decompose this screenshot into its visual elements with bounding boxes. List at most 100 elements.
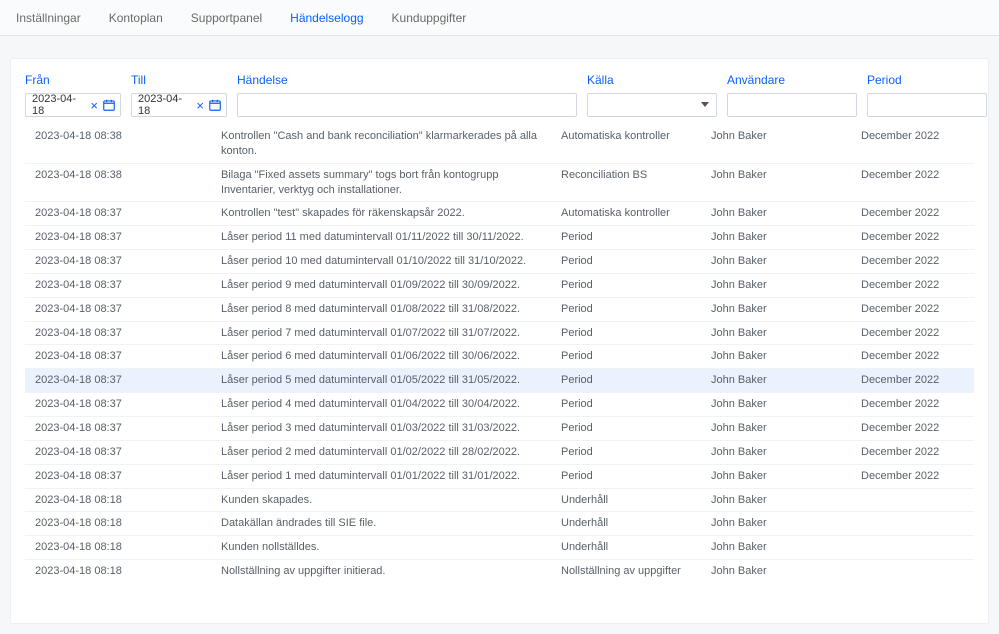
cell-user: John Baker (705, 226, 855, 250)
cell-user: John Baker (705, 321, 855, 345)
to-date-clear-icon[interactable]: × (192, 99, 208, 112)
table-row[interactable]: 2023-04-18 08:38Kontrollen "Cash and ban… (25, 125, 974, 163)
cell-source: Reconciliation BS (555, 163, 705, 202)
cell-source: Period (555, 345, 705, 369)
table-row[interactable]: 2023-04-18 08:18Kunden nollställdes.Unde… (25, 536, 974, 560)
cell-source: Period (555, 226, 705, 250)
from-date-input[interactable]: 2023-04-18 × (25, 93, 121, 117)
source-filter-select[interactable] (587, 93, 717, 117)
calendar-icon[interactable] (102, 98, 116, 112)
table-row[interactable]: 2023-04-18 08:37Låser period 10 med datu… (25, 250, 974, 274)
table-row[interactable]: 2023-04-18 08:37Låser period 6 med datum… (25, 345, 974, 369)
tab-inställningar[interactable]: Inställningar (16, 11, 81, 25)
from-date-clear-icon[interactable]: × (86, 99, 102, 112)
table-row[interactable]: 2023-04-18 08:18Datakällan ändrades till… (25, 512, 974, 536)
cell-timestamp: 2023-04-18 08:37 (25, 440, 215, 464)
cell-source: Automatiska kontroller (555, 125, 705, 163)
cell-user: John Baker (705, 393, 855, 417)
event-log-table: 2023-04-18 08:38Kontrollen "Cash and ban… (25, 125, 974, 583)
table-row[interactable]: 2023-04-18 08:18Kunden skapades.Underhål… (25, 488, 974, 512)
cell-timestamp: 2023-04-18 08:37 (25, 369, 215, 393)
filter-event-label: Händelse (237, 73, 577, 87)
tab-supportpanel[interactable]: Supportpanel (191, 11, 262, 25)
filter-period-label: Period (867, 73, 987, 87)
calendar-icon[interactable] (208, 98, 222, 112)
cell-user: John Baker (705, 512, 855, 536)
cell-timestamp: 2023-04-18 08:37 (25, 345, 215, 369)
to-date-value: 2023-04-18 (136, 93, 192, 117)
cell-period: December 2022 (855, 163, 974, 202)
event-log-body: 2023-04-18 08:38Kontrollen "Cash and ban… (25, 125, 974, 583)
cell-source: Automatiska kontroller (555, 202, 705, 226)
table-row[interactable]: 2023-04-18 08:37Låser period 1 med datum… (25, 464, 974, 488)
cell-event: Kontrollen "Cash and bank reconciliation… (215, 125, 555, 163)
cell-timestamp: 2023-04-18 08:18 (25, 560, 215, 583)
cell-timestamp: 2023-04-18 08:38 (25, 125, 215, 163)
filter-user-label: Användare (727, 73, 857, 87)
table-row[interactable]: 2023-04-18 08:37Låser period 2 med datum… (25, 440, 974, 464)
cell-period (855, 512, 974, 536)
cell-event: Kontrollen "test" skapades för räkenskap… (215, 202, 555, 226)
table-row[interactable]: 2023-04-18 08:37Låser period 7 med datum… (25, 321, 974, 345)
user-filter-input[interactable] (727, 93, 857, 117)
cell-timestamp: 2023-04-18 08:37 (25, 416, 215, 440)
tab-kunduppgifter[interactable]: Kunduppgifter (392, 11, 467, 25)
to-date-input[interactable]: 2023-04-18 × (131, 93, 227, 117)
cell-source: Period (555, 250, 705, 274)
table-row[interactable]: 2023-04-18 08:37Låser period 4 med datum… (25, 393, 974, 417)
cell-event: Låser period 6 med datumintervall 01/06/… (215, 345, 555, 369)
period-filter-input[interactable] (867, 93, 987, 117)
cell-timestamp: 2023-04-18 08:37 (25, 464, 215, 488)
cell-timestamp: 2023-04-18 08:37 (25, 226, 215, 250)
cell-period: December 2022 (855, 226, 974, 250)
cell-source: Period (555, 464, 705, 488)
cell-user: John Baker (705, 536, 855, 560)
cell-source: Underhåll (555, 536, 705, 560)
cell-timestamp: 2023-04-18 08:38 (25, 163, 215, 202)
cell-period: December 2022 (855, 416, 974, 440)
tab-händelselogg[interactable]: Händelselogg (290, 11, 363, 25)
cell-event: Låser period 2 med datumintervall 01/02/… (215, 440, 555, 464)
cell-event: Låser period 11 med datumintervall 01/11… (215, 226, 555, 250)
event-filter-input[interactable] (237, 93, 577, 117)
cell-event: Låser period 4 med datumintervall 01/04/… (215, 393, 555, 417)
cell-event: Nollställning av uppgifter initierad. (215, 560, 555, 583)
cell-user: John Baker (705, 345, 855, 369)
cell-user: John Baker (705, 488, 855, 512)
cell-period: December 2022 (855, 345, 974, 369)
cell-event: Låser period 1 med datumintervall 01/01/… (215, 464, 555, 488)
table-row[interactable]: 2023-04-18 08:37Låser period 9 med datum… (25, 273, 974, 297)
cell-period: December 2022 (855, 297, 974, 321)
filter-source-label: Källa (587, 73, 717, 87)
cell-source: Period (555, 297, 705, 321)
table-row[interactable]: 2023-04-18 08:37Låser period 8 med datum… (25, 297, 974, 321)
cell-event: Låser period 10 med datumintervall 01/10… (215, 250, 555, 274)
table-row[interactable]: 2023-04-18 08:18Nollställning av uppgift… (25, 560, 974, 583)
cell-period: December 2022 (855, 273, 974, 297)
table-row[interactable]: 2023-04-18 08:37Låser period 5 med datum… (25, 369, 974, 393)
cell-event: Kunden skapades. (215, 488, 555, 512)
cell-event: Låser period 7 med datumintervall 01/07/… (215, 321, 555, 345)
table-row[interactable]: 2023-04-18 08:38Bilaga "Fixed assets sum… (25, 163, 974, 202)
cell-user: John Baker (705, 125, 855, 163)
cell-event: Kunden nollställdes. (215, 536, 555, 560)
cell-timestamp: 2023-04-18 08:37 (25, 393, 215, 417)
cell-event: Låser period 8 med datumintervall 01/08/… (215, 297, 555, 321)
table-row[interactable]: 2023-04-18 08:37Låser period 11 med datu… (25, 226, 974, 250)
cell-user: John Baker (705, 250, 855, 274)
cell-user: John Baker (705, 369, 855, 393)
cell-period: December 2022 (855, 202, 974, 226)
filter-to-label: Till (131, 73, 227, 87)
cell-source: Period (555, 321, 705, 345)
table-row[interactable]: 2023-04-18 08:37Låser period 3 med datum… (25, 416, 974, 440)
table-row[interactable]: 2023-04-18 08:37Kontrollen "test" skapad… (25, 202, 974, 226)
tab-kontoplan[interactable]: Kontoplan (109, 11, 163, 25)
cell-source: Underhåll (555, 512, 705, 536)
cell-period: December 2022 (855, 464, 974, 488)
cell-source: Period (555, 416, 705, 440)
cell-source: Period (555, 393, 705, 417)
filter-row: Från 2023-04-18 × Till 2023-04-18 × Händ… (25, 73, 974, 117)
cell-period: December 2022 (855, 125, 974, 163)
event-log-panel: Från 2023-04-18 × Till 2023-04-18 × Händ… (10, 58, 989, 624)
cell-period: December 2022 (855, 440, 974, 464)
